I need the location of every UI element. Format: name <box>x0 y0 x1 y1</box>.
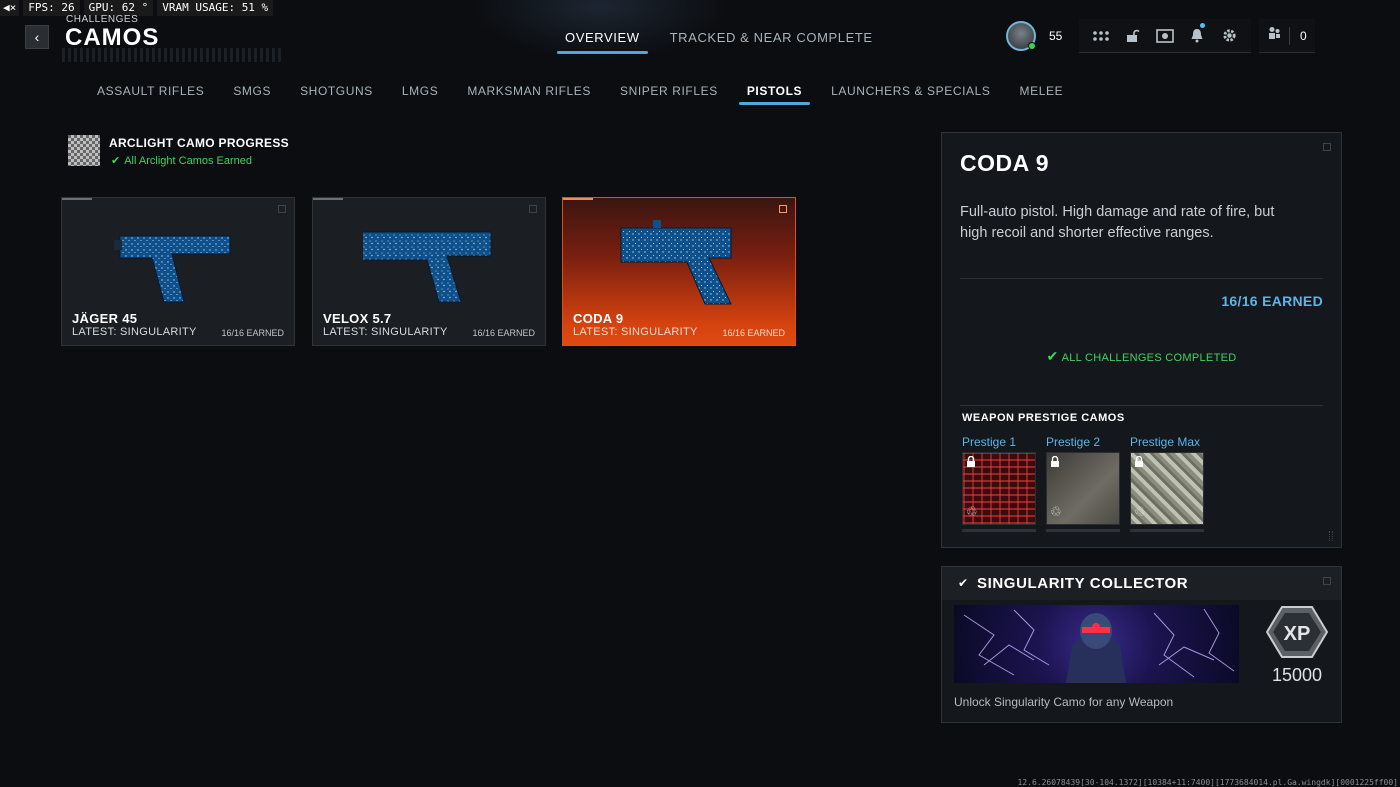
notification-dot <box>1200 22 1205 28</box>
pistol-image <box>114 235 231 303</box>
player-hud: 55 0 <box>1006 19 1315 53</box>
singularity-banner-image <box>954 605 1239 683</box>
challenges-complete-status: ✔ ALL CHALLENGES COMPLETED <box>942 348 1341 365</box>
card-progress-bar <box>313 198 343 200</box>
lock-icon <box>1134 455 1144 467</box>
tab-pistols[interactable]: PISTOLS <box>738 84 811 105</box>
friends-icon <box>1267 26 1281 45</box>
bell-icon[interactable] <box>1181 20 1213 52</box>
arclight-progress-status: ✔ All Arclight Camos Earned <box>111 154 252 167</box>
tab-assault-rifles[interactable]: ASSAULT RIFLES <box>89 84 212 102</box>
card-corner-marker <box>278 205 286 213</box>
friends-button[interactable]: 0 <box>1259 19 1315 53</box>
singularity-collector-panel[interactable]: ✔ SINGULARITY COLLECTOR XP 15000 Unlock … <box>941 566 1342 723</box>
panel-corner-marker <box>1323 143 1331 151</box>
lock-icon <box>966 455 976 467</box>
weapon-latest-camo: LATEST: SINGULARITY <box>323 326 448 338</box>
tab-smgs[interactable]: SMGS <box>225 84 279 102</box>
back-button[interactable]: ‹ <box>25 25 49 49</box>
arclight-progress-title: ARCLIGHT CAMO PROGRESS <box>109 136 289 150</box>
title-decoration <box>62 48 282 62</box>
checkmark-icon: ✔ <box>111 155 121 167</box>
prestige-thumbnail: ♲ <box>962 452 1036 525</box>
checkmark-icon: ✔ <box>1046 348 1059 364</box>
card-corner-marker <box>529 205 537 213</box>
singularity-title: SINGULARITY COLLECTOR <box>977 575 1189 592</box>
prestige-icon: ♲ <box>1134 504 1146 519</box>
weapon-card-jager-45[interactable]: JÄGER 45 LATEST: SINGULARITY 16/16 EARNE… <box>61 197 295 346</box>
prestige-progress-bar <box>1130 529 1204 532</box>
weapon-earned-count: 16/16 EARNED <box>472 328 535 338</box>
store-icon[interactable] <box>1149 20 1181 52</box>
prestige-icon: ♲ <box>1050 504 1062 519</box>
weapon-latest-camo: LATEST: SINGULARITY <box>573 326 698 338</box>
panel-scroll-handle[interactable] <box>1329 531 1333 541</box>
xp-badge-icon: XP <box>1265 605 1329 659</box>
xp-badge-label: XP <box>1284 623 1311 645</box>
weapon-category-tabs: ASSAULT RIFLES SMGS SHOTGUNS LMGS MARKSM… <box>89 84 1084 105</box>
weapon-earned-count: 16/16 EARNED <box>221 328 284 338</box>
weapon-name: JÄGER 45 <box>72 311 138 326</box>
tab-overview[interactable]: OVERVIEW <box>557 30 648 54</box>
speaker-muted-icon: ◀× <box>0 0 20 16</box>
friends-count: 0 <box>1300 28 1307 43</box>
hud-icon-group <box>1079 19 1251 53</box>
card-progress-bar <box>62 198 92 200</box>
card-progress-bar <box>563 198 593 200</box>
online-status-dot <box>1028 42 1036 50</box>
weapon-earned-count: 16/16 EARNED <box>722 328 785 338</box>
lock-icon <box>1050 455 1060 467</box>
arclight-status-text: All Arclight Camos Earned <box>124 155 252 167</box>
unlock-icon[interactable] <box>1117 20 1149 52</box>
card-corner-marker <box>779 205 787 213</box>
prestige-camos-title: WEAPON PRESTIGE CAMOS <box>962 412 1125 424</box>
tab-marksman-rifles[interactable]: MARKSMAN RIFLES <box>459 84 599 102</box>
tab-lmgs[interactable]: LMGS <box>394 84 446 102</box>
gear-icon[interactable] <box>1213 20 1245 52</box>
weapon-card-velox-5-7[interactable]: VELOX 5.7 LATEST: SINGULARITY 16/16 EARN… <box>312 197 546 346</box>
build-version-string: 12.6.26078439[30-104.1372][10384+11:7400… <box>1017 778 1399 787</box>
prestige-camo-1[interactable]: Prestige 1 ♲ <box>962 435 1036 532</box>
prestige-label: Prestige 2 <box>1046 435 1101 449</box>
tab-melee[interactable]: MELEE <box>1012 84 1072 102</box>
panel-corner-marker <box>1323 577 1331 585</box>
prestige-camo-2[interactable]: Prestige 2 ♲ <box>1046 435 1120 532</box>
chevron-left-icon: ‹ <box>34 29 40 45</box>
friends-divider <box>1289 26 1290 45</box>
tab-launchers-specials[interactable]: LAUNCHERS & SPECIALS <box>823 84 998 102</box>
detail-earned-count: 16/16 EARNED <box>1221 293 1323 309</box>
pistol-image <box>363 231 492 303</box>
prestige-icon: ♲ <box>966 504 978 519</box>
singularity-description: Unlock Singularity Camo for any Weapon <box>954 695 1174 709</box>
prestige-label: Prestige Max <box>1130 435 1201 449</box>
weapon-name: CODA 9 <box>573 311 624 326</box>
checkmark-icon: ✔ <box>958 576 969 590</box>
prestige-label: Prestige 1 <box>962 435 1017 449</box>
detail-weapon-name: CODA 9 <box>960 150 1050 176</box>
weapon-detail-panel: CODA 9 Full-auto pistol. High damage and… <box>941 132 1342 548</box>
tab-tracked-near-complete[interactable]: TRACKED & NEAR COMPLETE <box>662 30 881 52</box>
tab-shotguns[interactable]: SHOTGUNS <box>292 84 381 102</box>
top-tabs: OVERVIEW TRACKED & NEAR COMPLETE <box>557 30 881 54</box>
divider <box>960 405 1323 406</box>
prestige-progress-bar <box>1046 529 1120 532</box>
challenges-complete-text: ALL CHALLENGES COMPLETED <box>1061 352 1237 364</box>
xp-reward-amount: 15000 <box>1271 665 1323 685</box>
weapon-card-coda-9[interactable]: CODA 9 LATEST: SINGULARITY 16/16 EARNED <box>562 197 796 346</box>
pistol-image <box>620 220 732 305</box>
prestige-thumbnail: ♲ <box>1130 452 1204 525</box>
weapon-name: VELOX 5.7 <box>323 311 392 326</box>
prestige-thumbnail: ♲ <box>1046 452 1120 525</box>
arclight-camo-thumbnail <box>68 135 100 166</box>
avatar[interactable] <box>1006 21 1036 51</box>
player-level: 55 <box>1049 29 1063 43</box>
prestige-progress-bar <box>962 529 1036 532</box>
weapon-latest-camo: LATEST: SINGULARITY <box>72 326 197 338</box>
detail-weapon-description: Full-auto pistol. High damage and rate o… <box>960 204 1275 241</box>
tab-sniper-rifles[interactable]: SNIPER RIFLES <box>612 84 726 102</box>
grid-icon[interactable] <box>1085 20 1117 52</box>
divider <box>960 278 1323 279</box>
vram-readout: VRAM USAGE: 51 % <box>157 0 274 16</box>
prestige-camo-max[interactable]: Prestige Max ♲ <box>1130 435 1204 532</box>
